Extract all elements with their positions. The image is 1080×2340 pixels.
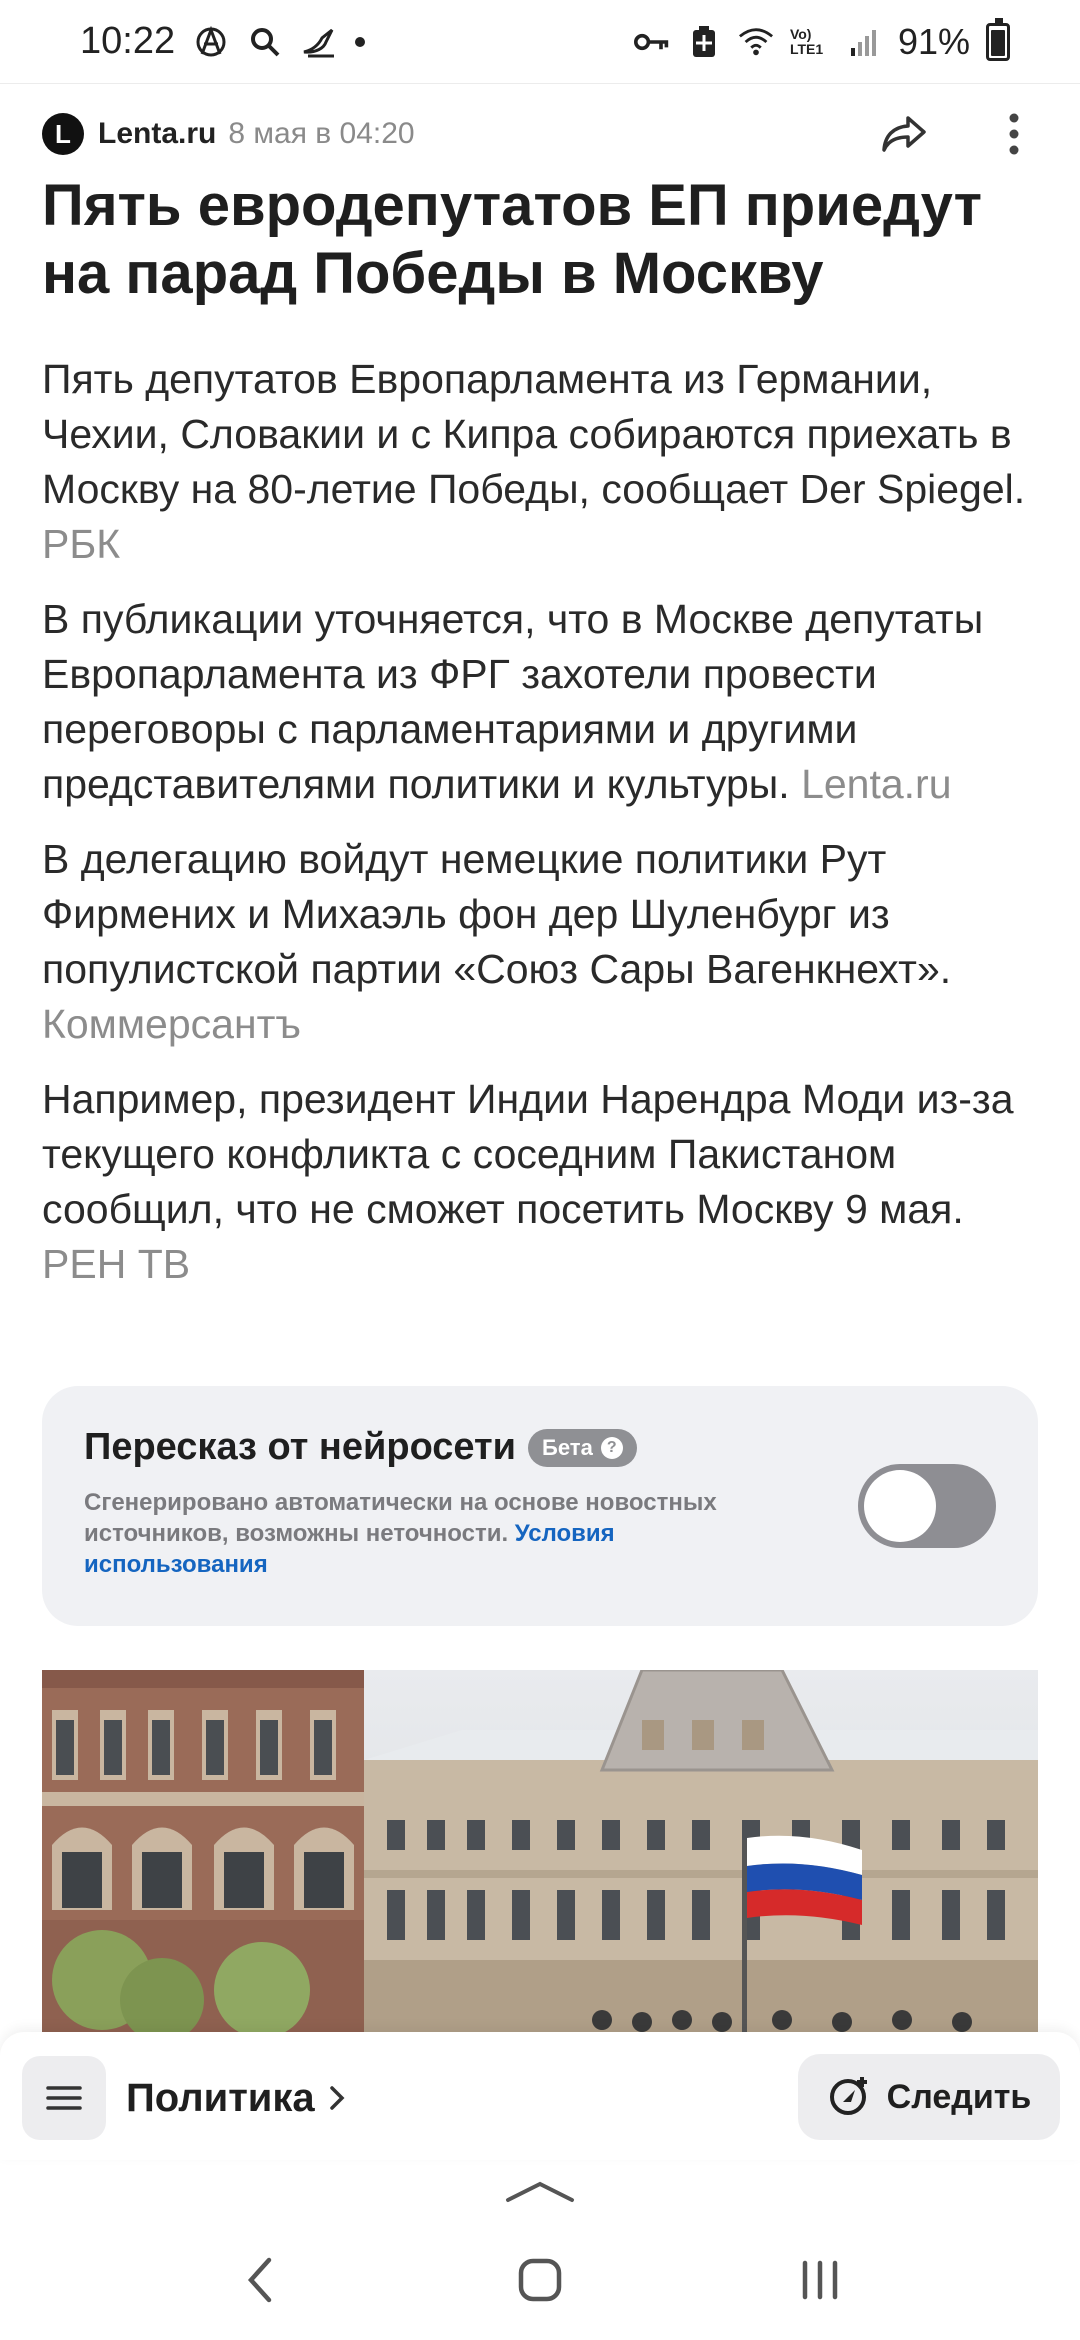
hamburger-icon [46,2086,82,2110]
back-button[interactable] [215,2235,305,2325]
battery-percent: 91% [897,20,970,62]
article-date: 8 мая в 04:20 [228,117,415,150]
system-navigation-bar [0,2220,1080,2340]
source-logo[interactable]: L [42,113,84,155]
share-icon [882,116,926,152]
article-paragraph: Например, президент Индии Нарендра Моди … [42,1072,1042,1292]
recent-apps-icon [802,2260,838,2300]
article-headline: Пять евродепутатов ЕП приедут на парад П… [42,173,983,306]
beta-label: Бета [542,1434,593,1460]
paragraph-source-link[interactable]: РЕН ТВ [42,1241,190,1287]
status-time: 10:22 [80,20,176,62]
home-square-icon [518,2258,562,2302]
follow-plus-icon [829,2077,867,2115]
paragraph-source-link[interactable]: Коммерсантъ [42,1001,301,1047]
paragraph-source-link[interactable]: Lenta.ru [801,761,951,807]
status-left: 10:22 [80,20,366,63]
home-button[interactable] [495,2235,585,2325]
article-paragraph: Пять депутатов Европарламента из Германи… [42,352,1042,572]
category-link[interactable]: Политика [126,2056,345,2140]
chevron-right-icon [329,2086,345,2110]
article-photo[interactable] [42,1670,1038,2032]
help-icon: ? [600,1436,623,1459]
anarchy-icon [193,24,229,60]
swipe-up-handle[interactable] [504,2176,576,2206]
battery-saver-icon [686,24,722,60]
more-options-button[interactable] [986,106,1042,162]
key-icon [633,24,670,60]
ai-summary-card: Пересказ от нейросети Бета ? Сгенерирова… [42,1386,1038,1626]
beta-badge[interactable]: Бета ? [528,1428,637,1467]
article-source-row: L Lenta.ru 8 мая в 04:20 [42,106,1042,162]
paragraph-text: В делегацию войдут немецкие политики Рут… [42,836,952,992]
signal-icon [846,24,882,60]
paragraph-text: Пять депутатов Европарламента из Германи… [42,356,1026,512]
back-chevron-icon [247,2257,272,2303]
toggle-knob [864,1470,936,1542]
parade-scene-image [42,1670,1038,2032]
wifi-icon [738,24,774,60]
ai-summary-description: Сгенерировано автоматически на основе но… [84,1487,804,1580]
follow-button[interactable]: Следить [798,2054,1060,2140]
ai-summary-toggle[interactable] [858,1464,996,1548]
status-bar: 10:22 Vo) LTE1 91% [0,0,1080,84]
article-body: Пять депутатов Европарламента из Германи… [42,352,1042,1312]
ai-summary-title: Пересказ от нейросети [84,1426,517,1468]
category-label: Политика [126,2075,315,2120]
article-paragraph: В публикации уточняется, что в Москве де… [42,592,1042,812]
paragraph-source-link[interactable]: РБК [42,521,120,567]
chevron-up-icon [506,2181,574,2202]
paragraph-text: Например, президент Индии Нарендра Моди … [42,1076,1014,1232]
battery-icon [986,17,1010,61]
ai-summary-note: Сгенерировано автоматически на основе но… [84,1489,717,1547]
status-right: Vo) LTE1 91% [633,17,1010,63]
share-button[interactable] [876,106,932,162]
search-icon [247,24,283,60]
lte-label: Vo) LTE1 [789,25,824,57]
notification-dot [355,36,366,47]
follow-label: Следить [886,2077,1032,2116]
bird-icon [301,24,337,60]
menu-button[interactable] [22,2056,106,2140]
article-paragraph: В делегацию войдут немецкие политики Рут… [42,832,1042,1052]
ai-summary-header: Пересказ от нейросети Бета ? [84,1426,996,1469]
more-vertical-icon [1009,113,1019,155]
recent-apps-button[interactable] [775,2235,865,2325]
bottom-toolbar: Политика Следить [0,2032,1080,2160]
source-name[interactable]: Lenta.ru [98,117,216,151]
